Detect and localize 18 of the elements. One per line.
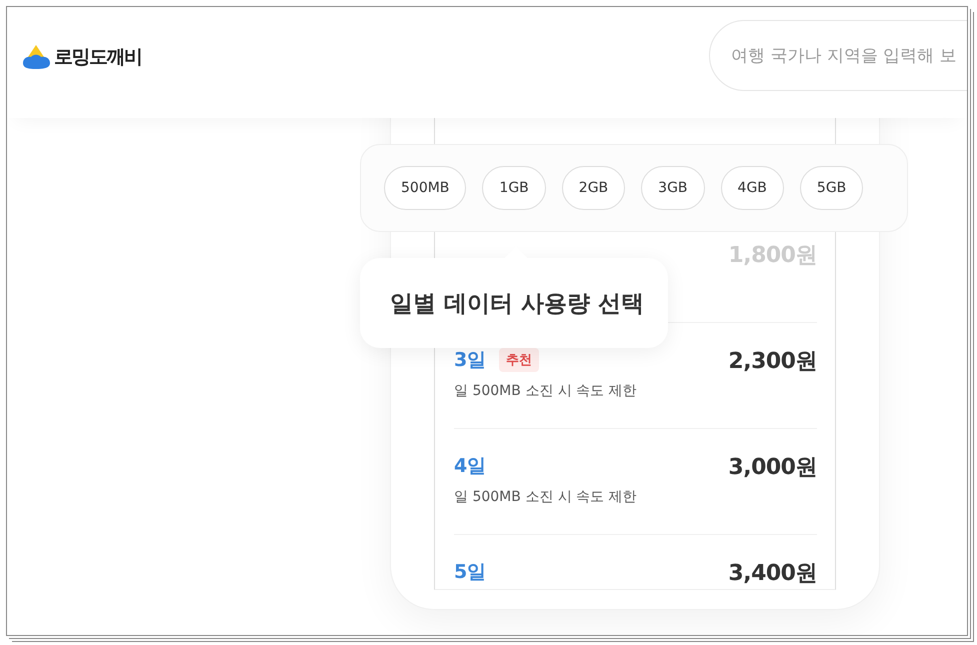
plan-description: 일 500MB 소진 시 속도 제한 <box>454 382 638 401</box>
data-size-chip[interactable]: 3GB <box>641 166 705 210</box>
plan-days: 3일 <box>454 347 486 373</box>
data-size-chip[interactable]: 4GB <box>720 166 784 210</box>
data-size-chip[interactable]: 500MB <box>384 166 466 210</box>
plan-description: 일 500MB 소진 시 속도 제한 <box>454 488 638 507</box>
recommended-badge: 추천 <box>499 348 540 372</box>
data-size-chip[interactable]: 2GB <box>562 166 626 210</box>
plan-price: 3,000원 <box>728 454 817 480</box>
plan-days: 5일 <box>454 559 486 585</box>
plan-price: 3,400원 <box>728 560 817 586</box>
logo-text[interactable]: 로밍도깨비 <box>54 44 142 70</box>
plan-price: 2,300원 <box>728 348 817 374</box>
tooltip-text: 일별 데이터 사용량 선택 <box>390 290 644 318</box>
data-size-chip[interactable]: 5GB <box>800 166 864 210</box>
plan-days: 4일 <box>454 453 486 479</box>
search-field[interactable]: 여행 국가나 지역을 입력해 보 <box>709 20 967 91</box>
data-size-chip[interactable]: 1GB <box>482 166 546 210</box>
